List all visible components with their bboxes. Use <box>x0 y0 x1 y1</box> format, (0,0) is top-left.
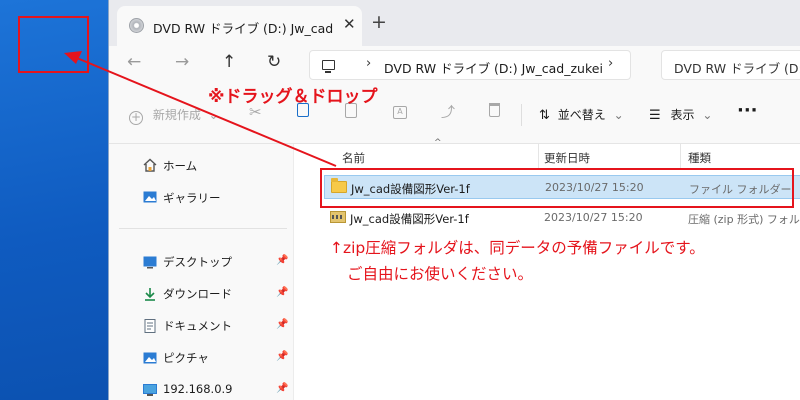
drag-drop-annotation: ※ドラッグ＆ドロップ <box>208 87 378 107</box>
note-line-2: ご自由にお使いください。 <box>347 265 534 283</box>
note-line-1: ↑zip圧縮フォルダは、同データの予備ファイルです。 <box>330 239 705 257</box>
drag-arrow <box>64 51 337 167</box>
